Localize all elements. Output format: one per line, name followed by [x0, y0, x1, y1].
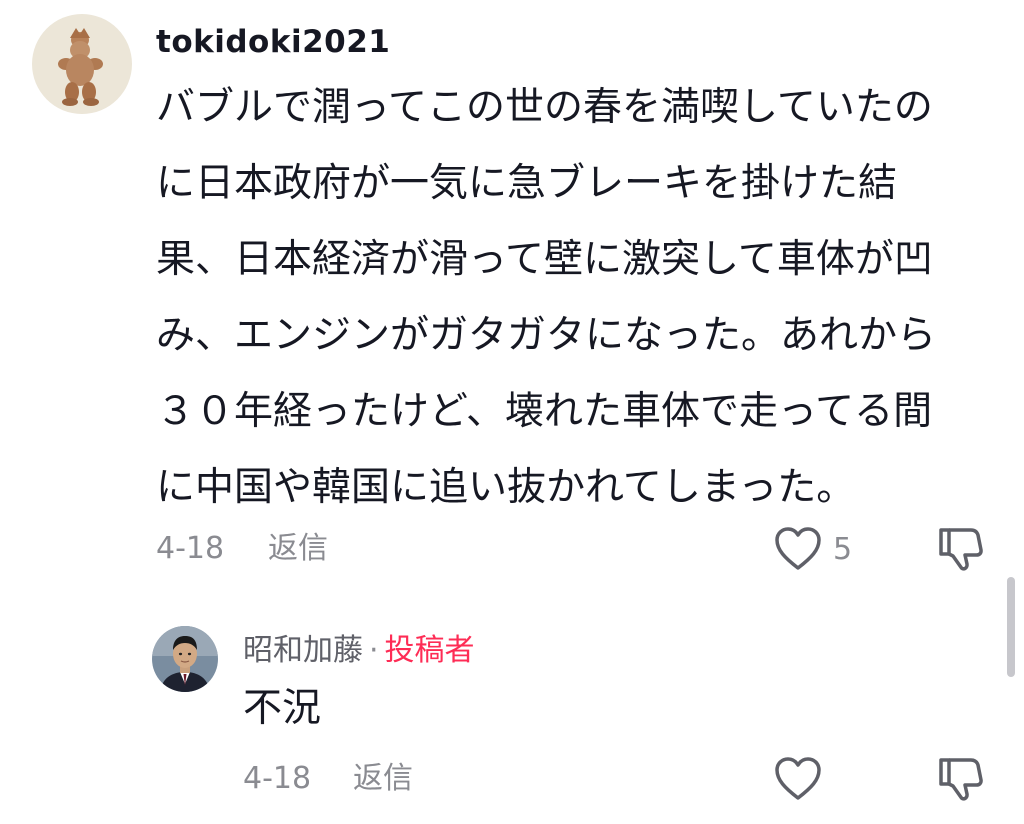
reply-dislike-button[interactable] [935, 754, 985, 804]
commenter-username[interactable]: tokidoki2021 [156, 22, 390, 62]
man-in-suit-icon [152, 626, 218, 692]
comment-text: バブルで潤ってこの世の春を満喫していたの に日本政府が一気に急ブレーキを掛けた結… [156, 70, 986, 526]
comment-line: に中国や韓国に追い抜かれてしまった。 [156, 465, 856, 510]
comment-date: 4-18 [156, 531, 225, 566]
separator-dot: · [369, 633, 379, 668]
scrollbar[interactable] [1007, 577, 1015, 677]
reply-text: 不況 [243, 686, 322, 731]
like-button[interactable] [773, 526, 823, 572]
comment-line: 果、日本経済が滑って壁に激突して車体が凹 [156, 237, 933, 282]
thumbs-down-icon [939, 528, 983, 571]
reply-reply-button[interactable]: 返信 [353, 759, 413, 799]
reply-author-avatar[interactable] [152, 626, 218, 692]
comment-line: に日本政府が一気に急ブレーキを掛けた結 [156, 161, 898, 206]
author-badge: 投稿者 [384, 633, 475, 668]
clay-figurine-icon [32, 14, 132, 114]
commenter-avatar[interactable] [32, 14, 132, 114]
dislike-button[interactable] [935, 524, 985, 574]
reply-button[interactable]: 返信 [268, 529, 328, 569]
comment-line: み、エンジンがガタガタになった。あれから [156, 313, 937, 358]
heart-icon [775, 527, 821, 570]
comment-meta: 4-18 返信 [156, 529, 328, 569]
like-count: 5 [833, 532, 853, 567]
heart-icon [775, 757, 821, 800]
reply-meta: 4-18 返信 [243, 759, 413, 799]
reply-author-name[interactable]: 昭和加藤 [243, 633, 363, 668]
reply-date: 4-18 [243, 761, 312, 796]
comment-line: バブルで潤ってこの世の春を満喫していたの [156, 85, 933, 130]
comment-line: ３０年経ったけど、壊れた車体で走ってる間 [156, 389, 933, 434]
reply-header: 昭和加藤 · 投稿者 [243, 630, 475, 672]
reply-like-button[interactable] [773, 756, 823, 802]
thumbs-down-icon [939, 758, 983, 801]
